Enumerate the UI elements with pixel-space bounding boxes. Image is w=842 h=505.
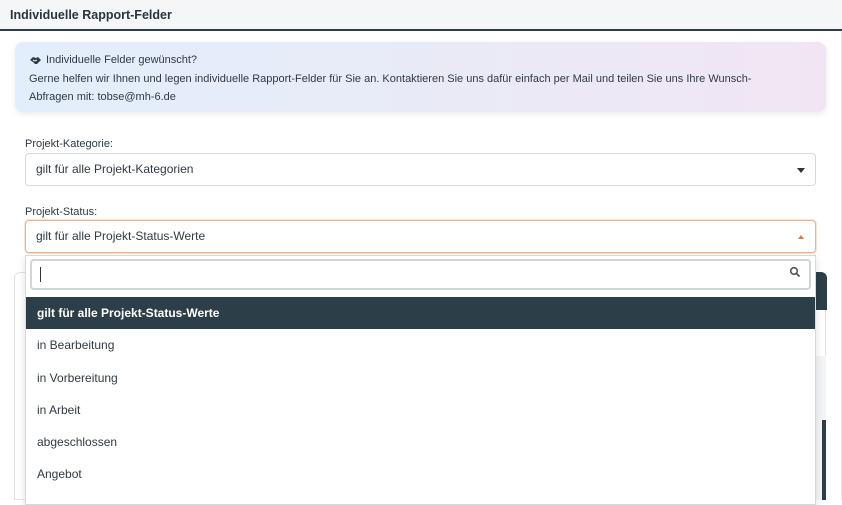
info-title-row: Individuelle Felder gewünscht?	[29, 51, 812, 70]
dropdown-option[interactable]: gilt für alle Projekt-Status-Werte	[26, 297, 815, 330]
dropdown-option[interactable]: Angebot	[26, 458, 815, 491]
info-text-line1: Gerne helfen wir Ihnen und legen individ…	[29, 72, 752, 85]
info-box: Individuelle Felder gewünscht? Gerne hel…	[15, 42, 826, 112]
projekt-kategorie-label: Projekt-Kategorie:	[25, 138, 114, 150]
dropdown-option[interactable]: abgeschlossen	[26, 426, 815, 459]
search-icon	[789, 266, 801, 278]
dropdown-options: gilt für alle Projekt-Status-Werte in Be…	[26, 297, 815, 491]
projekt-kategorie-value: gilt für alle Projekt-Kategorien	[36, 162, 194, 176]
background-table-bar	[822, 420, 826, 500]
projekt-kategorie-select[interactable]: gilt für alle Projekt-Kategorien	[25, 153, 816, 186]
projekt-status-label: Projekt-Status:	[25, 206, 98, 218]
dropdown-option[interactable]: in Bearbeitung	[26, 329, 815, 362]
projekt-status-select[interactable]: gilt für alle Projekt-Status-Werte	[25, 220, 816, 253]
info-title: Individuelle Felder gewünscht?	[46, 54, 198, 66]
dropdown-search-input[interactable]	[32, 261, 772, 288]
chevron-down-icon	[797, 168, 805, 173]
projekt-status-value: gilt für alle Projekt-Status-Werte	[36, 229, 206, 243]
rapport-fields-panel: Individuelle Rapport-Felder Individuelle…	[0, 0, 842, 505]
text-caret	[40, 267, 41, 282]
projekt-status-dropdown: gilt für alle Projekt-Status-Werte in Be…	[25, 255, 816, 505]
chevron-up-icon	[798, 235, 804, 239]
dropdown-search-box[interactable]	[30, 259, 811, 290]
dropdown-option[interactable]: in Arbeit	[26, 393, 815, 427]
info-text-line2: Abfragen mit: tobse@mh-6.de	[29, 91, 176, 103]
panel-title: Individuelle Rapport-Felder	[0, 0, 842, 31]
handshake-icon	[30, 56, 41, 64]
dropdown-option[interactable]: in Vorbereitung	[26, 361, 815, 394]
